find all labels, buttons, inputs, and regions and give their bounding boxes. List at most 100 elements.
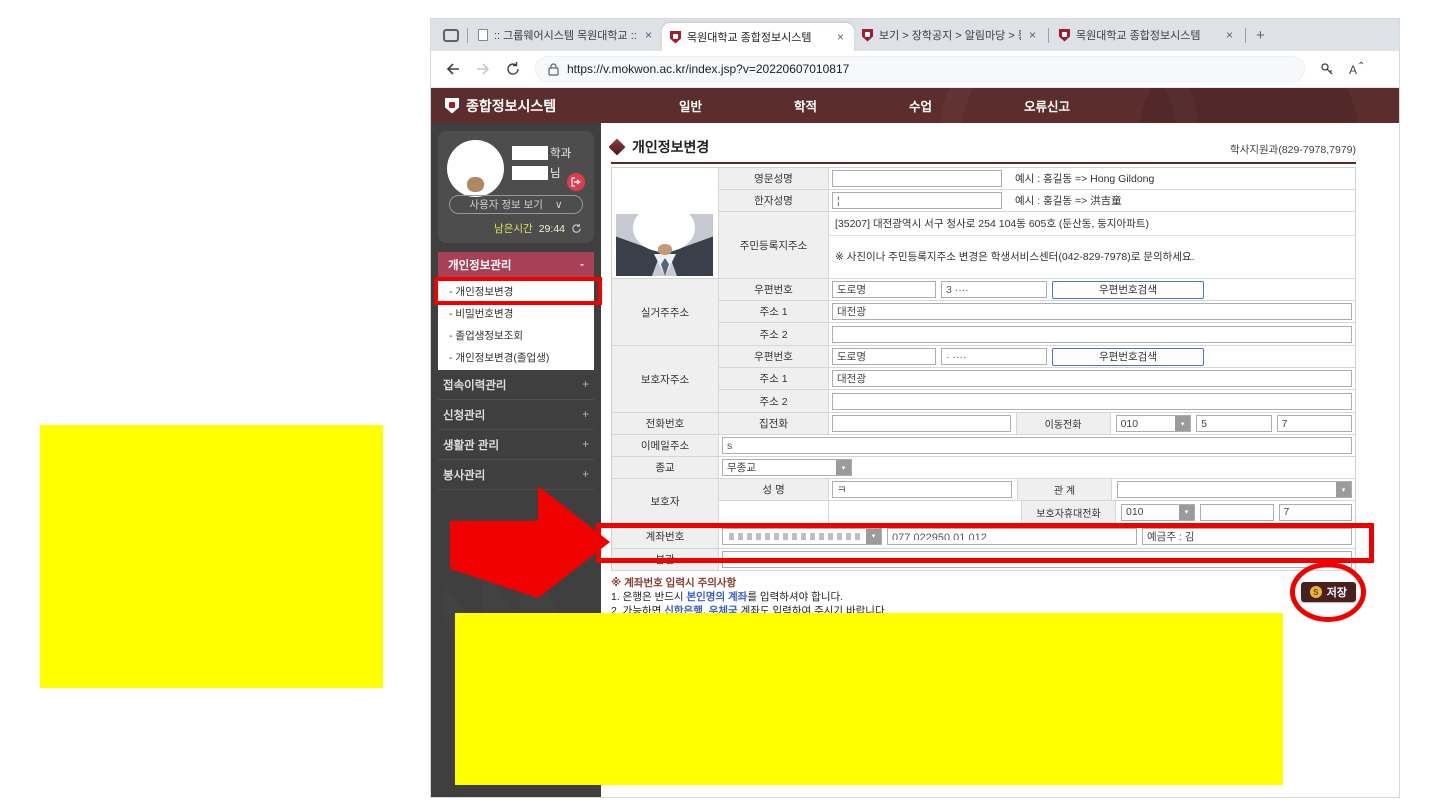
tab-groupware[interactable]: :: 그룹웨어시스템 목원대학교 :: ×: [470, 19, 662, 51]
expand-icon: +: [582, 409, 589, 421]
tab-portal-active[interactable]: 목원대학교 종합정보시스템 ×: [662, 23, 854, 51]
account-holder-input[interactable]: 예금주 : 김: [1142, 528, 1352, 545]
tab-label: 보기 > 장학공지 > 알림마당 > 등: [879, 27, 1021, 43]
coin-icon: S: [1310, 586, 1322, 598]
guardian-postcode-search-button[interactable]: 우편번호검색: [1052, 348, 1204, 366]
label-address1: 주소 1: [719, 368, 829, 389]
sidebar-item-change-personal-info[interactable]: - 개인정보변경: [438, 280, 594, 302]
bank-select[interactable]: ▾: [722, 528, 882, 545]
forward-icon[interactable]: [475, 61, 491, 77]
sidebar-section-applications[interactable]: 신청관리+: [438, 400, 594, 430]
sidebar-section-personal-info[interactable]: 개인정보관리-: [438, 252, 594, 278]
nav-academic[interactable]: 학적: [794, 96, 817, 115]
mokwon-shield-favicon: [1059, 29, 1070, 42]
label-english-name: 영문성명: [719, 168, 829, 189]
logout-icon[interactable]: [567, 173, 585, 191]
living-postcode-input[interactable]: 3 ····: [941, 281, 1047, 298]
nav-class[interactable]: 수업: [909, 96, 932, 115]
guardian-mobile-last-input[interactable]: 7: [1279, 504, 1352, 521]
sidebar-section-dormitory[interactable]: 생활관 관리+: [438, 430, 594, 460]
living-address2-input[interactable]: [832, 326, 1352, 343]
notes-line-2: 2. 가능하면 신한은행, 우체국 계좌도 입력하여 주시기 바랍니다.: [611, 604, 1356, 618]
label-living-address-group: 실거주주소: [612, 279, 719, 345]
mokwon-shield-favicon: [862, 29, 873, 42]
guardian-address2-input[interactable]: [832, 393, 1352, 410]
mokwon-shield-favicon: [670, 31, 681, 44]
header-decoration: [939, 88, 1199, 123]
label-hanja-name: 한자성명: [719, 190, 829, 211]
dropdown-icon[interactable]: ▾: [1179, 505, 1194, 520]
english-name-input[interactable]: [832, 170, 1002, 187]
sidebar-item-graduate-info[interactable]: - 졸업생정보조회: [438, 324, 594, 346]
lock-icon: [548, 63, 559, 76]
hanja-name-example: 예시 : 홍길동 => 洪吉童: [1015, 193, 1122, 208]
label-guardian-mobile: 보호자휴대전화: [1021, 501, 1116, 523]
living-postcode-search-button[interactable]: 우편번호검색: [1052, 281, 1204, 299]
tab-strip: :: 그룹웨어시스템 목원대학교 :: × 목원대학교 종합정보시스템 × 보기…: [431, 19, 1399, 51]
session-refresh-icon[interactable]: [571, 223, 582, 234]
expand-icon: +: [582, 379, 589, 391]
dropdown-icon[interactable]: ▾: [1336, 482, 1351, 497]
label-bongwan: 본관: [612, 549, 719, 570]
hanja-name-input[interactable]: ¦: [832, 192, 1002, 209]
site-logo[interactable]: 종합정보시스템: [431, 96, 601, 116]
tab-close-icon[interactable]: ×: [643, 28, 654, 42]
dropdown-icon[interactable]: ▾: [1175, 416, 1190, 431]
redaction-box: [512, 166, 548, 180]
url-field[interactable]: https://v.mokwon.ac.kr/index.jsp?v=20220…: [535, 56, 1305, 82]
label-religion: 종교: [612, 457, 719, 478]
mokwon-shield-icon: [445, 98, 459, 114]
label-guardian-address-group: 보호자주소: [612, 346, 719, 412]
label-guardian-relation: 관 계: [1017, 479, 1112, 500]
guardian-postcode-input[interactable]: · ····: [941, 348, 1047, 365]
tab-close-icon[interactable]: ×: [1027, 28, 1038, 42]
living-address1-input[interactable]: 대전광: [832, 303, 1352, 320]
tab-label: :: 그룹웨어시스템 목원대학교 ::: [494, 27, 637, 43]
save-button-label: 저장: [1327, 584, 1347, 600]
refresh-icon[interactable]: [505, 61, 521, 77]
bongwan-input[interactable]: [722, 551, 1352, 568]
student-photo-cell: [612, 168, 719, 278]
guardian-name-input[interactable]: ㅋ: [832, 481, 1012, 498]
living-road-type-input[interactable]: 도로명: [832, 281, 936, 298]
save-button[interactable]: S 저장: [1301, 582, 1356, 602]
religion-select[interactable]: 무종교▾: [722, 459, 852, 476]
tab-portal-2[interactable]: 목원대학교 종합정보시스템 ×: [1051, 19, 1243, 51]
mobile-prefix-select[interactable]: 010▾: [1116, 415, 1192, 432]
page-title-icon: [609, 139, 626, 156]
back-icon[interactable]: [445, 61, 461, 77]
read-aloud-icon[interactable]: A⌃: [1349, 61, 1365, 77]
guardian-mobile-prefix-select[interactable]: 010▾: [1121, 504, 1195, 521]
label-guardian-group: 보호자: [612, 479, 719, 523]
notes-heading: ※ 계좌번호 입력시 주의사항: [611, 576, 1356, 590]
home-phone-input[interactable]: [832, 415, 1011, 432]
account-number-input[interactable]: 077 022950 01 012: [887, 528, 1137, 545]
label-address2: 주소 2: [719, 323, 829, 345]
guardian-address1-input[interactable]: 대전광: [832, 370, 1352, 387]
sidebar-section-volunteer[interactable]: 봉사관리+: [438, 460, 594, 490]
guardian-road-type-input[interactable]: 도로명: [832, 348, 936, 365]
tab-close-icon[interactable]: ×: [1224, 28, 1235, 42]
body-row: 학과 님 사용자 정보 보기∨ 남은시간 29:44: [431, 123, 1399, 797]
partial-edge-icon[interactable]: [1379, 61, 1385, 77]
guardian-relation-select[interactable]: ▾: [1117, 481, 1352, 498]
new-tab-button[interactable]: +: [1248, 27, 1273, 44]
dropdown-icon[interactable]: ▾: [866, 529, 881, 544]
mobile-mid-input[interactable]: 5: [1196, 415, 1271, 432]
tab-actions-icon[interactable]: [443, 29, 459, 42]
view-user-info-button[interactable]: 사용자 정보 보기∨: [449, 195, 583, 214]
dropdown-icon[interactable]: ▾: [836, 460, 851, 475]
divider: [467, 28, 468, 43]
sidebar-item-change-info-graduate[interactable]: - 개인정보변경(졸업생): [438, 346, 594, 368]
sidebar-item-change-password[interactable]: - 비밀번호변경: [438, 302, 594, 324]
nav-general[interactable]: 일반: [679, 96, 702, 115]
email-input[interactable]: s: [722, 437, 1352, 454]
guardian-mobile-mid-input[interactable]: [1200, 504, 1273, 521]
mobile-last-input[interactable]: 7: [1277, 415, 1352, 432]
english-name-example: 예시 : 홍길동 => Hong Gildong: [1015, 171, 1154, 186]
address-bar: https://v.mokwon.ac.kr/index.jsp?v=20220…: [431, 51, 1399, 88]
password-key-icon[interactable]: [1319, 61, 1335, 77]
tab-notice[interactable]: 보기 > 장학공지 > 알림마당 > 등 ×: [854, 19, 1046, 51]
tab-close-icon[interactable]: ×: [835, 30, 846, 44]
sidebar-section-access-history[interactable]: 접속이력관리+: [438, 370, 594, 400]
